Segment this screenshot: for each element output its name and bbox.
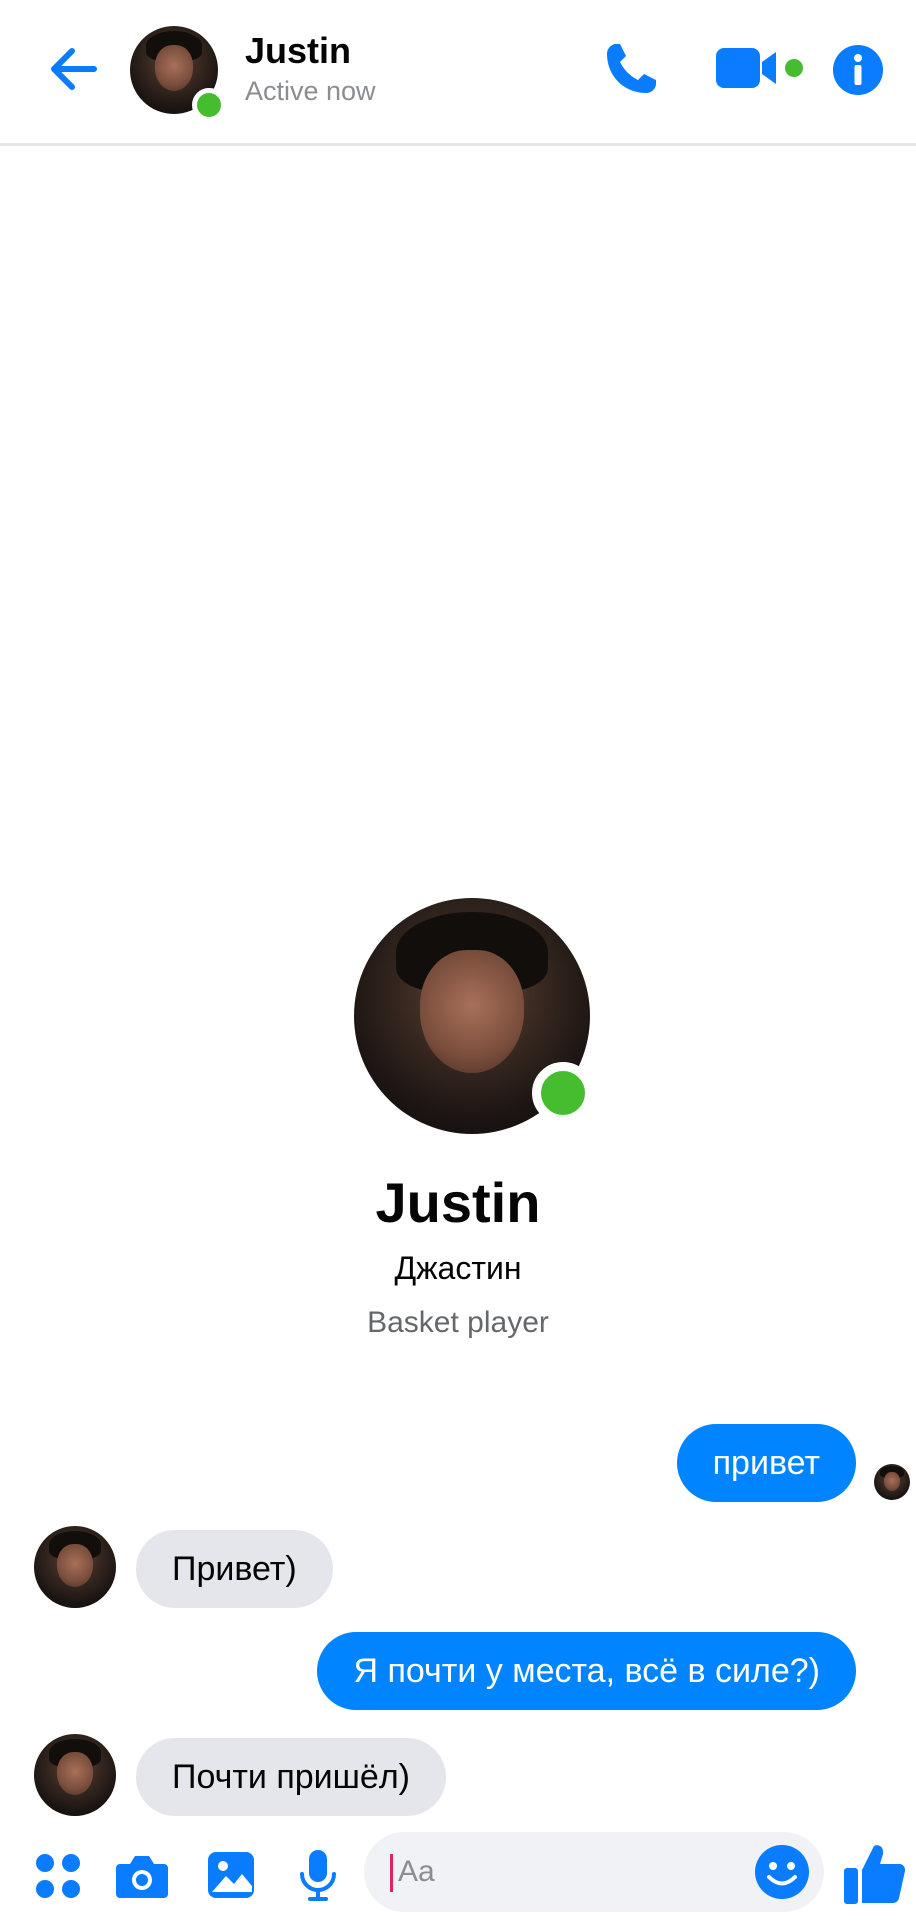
contact-name[interactable]: Justin [245, 30, 351, 72]
thumbs-up-icon[interactable] [842, 1840, 908, 1911]
seen-avatar [874, 1464, 910, 1500]
info-icon[interactable] [832, 44, 884, 96]
phone-call-icon[interactable] [600, 38, 662, 100]
message-incoming[interactable]: Почти пришёл) [136, 1738, 446, 1816]
video-call-icon[interactable] [712, 44, 804, 96]
header-avatar[interactable] [130, 26, 226, 122]
online-status-dot [192, 88, 226, 122]
active-status: Active now [245, 76, 376, 106]
profile-name: Justin [375, 1171, 541, 1234]
message-outgoing[interactable]: Я почти у места, всё в силе?) [317, 1632, 856, 1710]
text-caret [390, 1854, 393, 1892]
conversation-header: Justin Active now [0, 0, 916, 146]
profile-bio: Basket player [367, 1306, 549, 1339]
back-arrow-icon[interactable] [42, 38, 104, 100]
more-actions-icon[interactable] [34, 1852, 82, 1905]
gallery-icon[interactable] [206, 1850, 256, 1905]
message-input-placeholder: Aa [398, 1855, 435, 1888]
profile-avatar [354, 898, 594, 1134]
message-input[interactable]: Aa [364, 1832, 824, 1912]
message-incoming[interactable]: Привет) [136, 1530, 333, 1608]
message-outgoing[interactable]: привет [676, 1424, 856, 1502]
camera-icon[interactable] [114, 1852, 170, 1905]
sender-avatar[interactable] [34, 1734, 116, 1816]
profile-subtitle: Джастин [394, 1250, 522, 1286]
emoji-icon[interactable] [754, 1844, 810, 1900]
microphone-icon[interactable] [298, 1848, 338, 1909]
sender-avatar[interactable] [34, 1526, 116, 1608]
online-status-dot [532, 1062, 594, 1124]
